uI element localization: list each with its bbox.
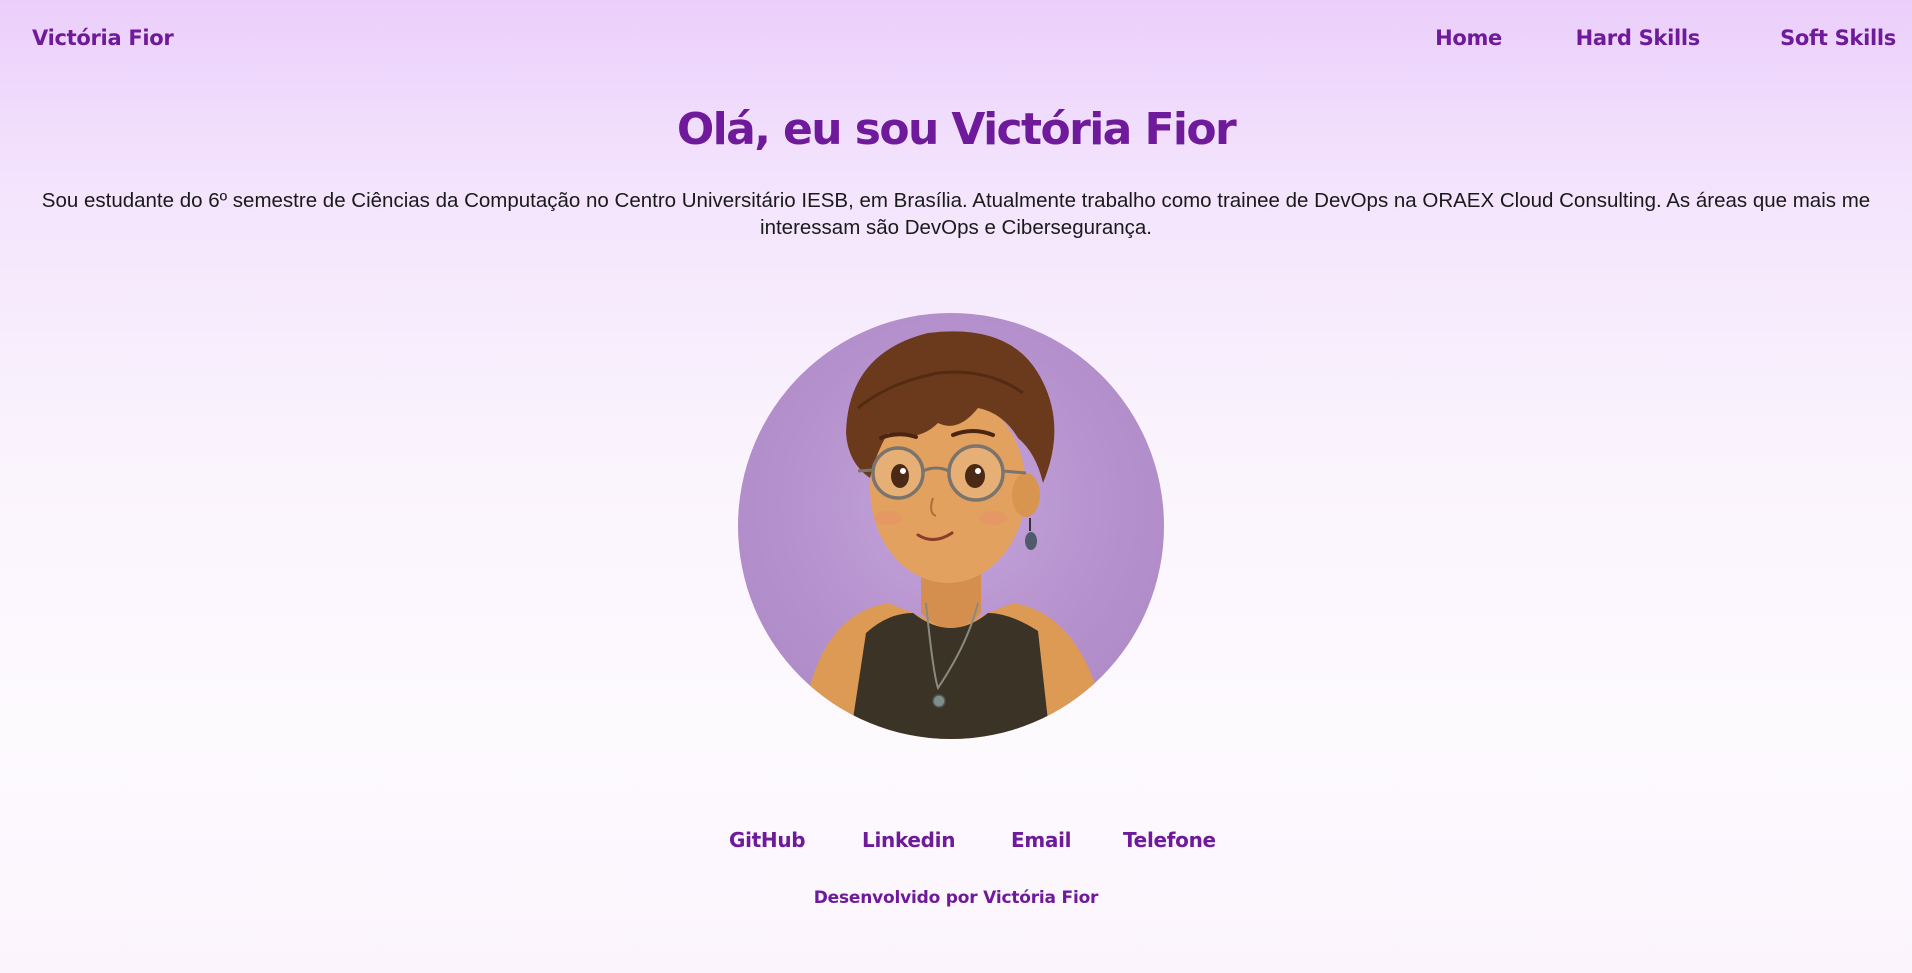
- social-links: GitHub Linkedin Email Telefone: [0, 828, 1912, 858]
- linkedin-link[interactable]: Linkedin: [862, 828, 955, 852]
- nav-home-link[interactable]: Home: [1435, 26, 1502, 50]
- nav-soft-skills-link[interactable]: Soft Skills: [1780, 26, 1896, 50]
- main-nav: Home Hard Skills Soft Skills: [912, 26, 1912, 56]
- avatar: [738, 313, 1164, 739]
- brand-logo-link[interactable]: Victória Fior: [32, 26, 174, 50]
- site-header: Victória Fior Home Hard Skills Soft Skil…: [0, 0, 1912, 80]
- github-link[interactable]: GitHub: [729, 828, 806, 852]
- avatar-illustration: [808, 331, 1098, 739]
- phone-link[interactable]: Telefone: [1123, 828, 1216, 852]
- page-title: Olá, eu sou Victória Fior: [676, 104, 1237, 155]
- footer-credit: Desenvolvido por Victória Fior: [813, 888, 1099, 908]
- email-link[interactable]: Email: [1011, 828, 1072, 852]
- nav-hard-skills-link[interactable]: Hard Skills: [1576, 26, 1701, 50]
- bio-paragraph: Sou estudante do 6º semestre de Ciências…: [41, 189, 1871, 239]
